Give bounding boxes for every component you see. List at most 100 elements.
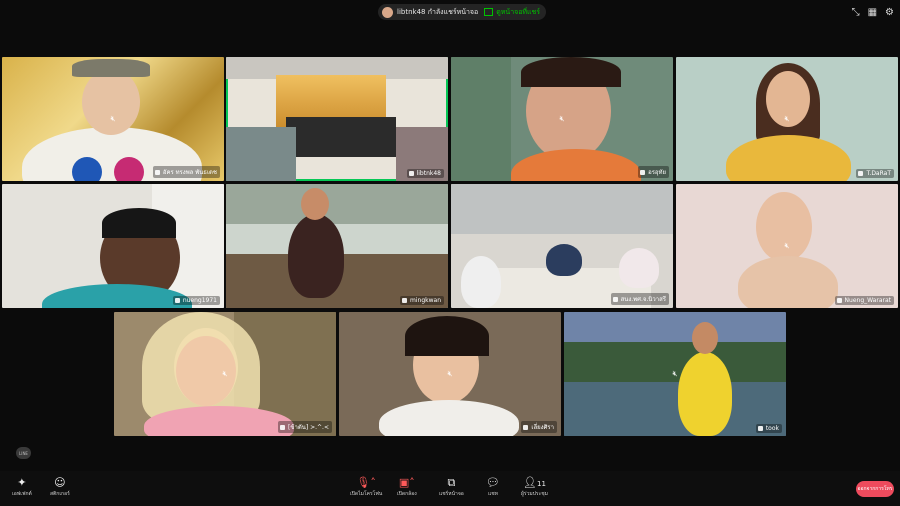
share-screen-button[interactable]: ⧉ แชร์หน้าจอ <box>439 476 464 498</box>
grid-view-icon[interactable]: ▦ <box>868 7 877 18</box>
smiley-icon: ☺ <box>54 476 66 489</box>
video-tile[interactable]: mingkwan <box>226 184 448 308</box>
mic-icon <box>280 424 286 430</box>
lake <box>564 382 786 436</box>
mic-muted-icon: 🔇︎ <box>110 114 116 123</box>
video-tile[interactable]: nueng1971 <box>2 184 224 308</box>
mic-icon <box>640 169 646 175</box>
share-label: แชร์หน้าจอ <box>439 491 464 497</box>
minimize-icon[interactable]: ⤡ <box>852 7 860 18</box>
participant-name: อรอุทัย <box>648 169 666 176</box>
participant-figure <box>461 256 501 308</box>
sharer-text: libtnk48 กำลังแชร์หน้าจอ <box>397 7 479 16</box>
person-icon: 👤︎11 <box>523 476 546 489</box>
share-screen-icon: ⧉ <box>447 476 456 489</box>
end-call-button[interactable]: ออกจากการโทร <box>856 481 894 497</box>
hair <box>521 57 621 87</box>
participant-name: mingkwan <box>410 297 441 304</box>
video-tile[interactable]: 🔇︎ [ข้าตัน] >.^.< <box>114 312 336 436</box>
mic-muted-icon: 🔇︎ <box>784 114 790 123</box>
mic-icon <box>836 298 842 303</box>
top-bar: libtnk48 กำลังแชร์หน้าจอ ดูหน้าจอที่แชร์… <box>0 0 900 26</box>
mic-icon <box>154 169 160 175</box>
participant-name: T.DaRaT <box>866 170 891 177</box>
camera-label: เปิดกล้อง <box>397 491 417 497</box>
participant-figure <box>619 248 659 288</box>
mic-icon <box>523 424 529 430</box>
participant-name: took <box>765 425 779 432</box>
cap-graphic <box>72 59 150 77</box>
participant-name: [ข้าตัน] >.^.< <box>288 424 329 431</box>
mic-muted-icon: 🔇︎ <box>222 369 228 378</box>
participant-name: สนง.พศ.จ.นิวาสรี <box>620 296 666 303</box>
screen-icon <box>484 8 494 16</box>
screen-share-indicator[interactable]: libtnk48 กำลังแชร์หน้าจอ ดูหน้าจอที่แชร์ <box>378 4 547 20</box>
participant-name-tag: เลี่ยงศิรา <box>521 421 557 433</box>
mic-muted-icon: 🔇︎ <box>672 369 678 378</box>
participant-face <box>301 188 329 220</box>
video-tile[interactable]: 🔇︎ เลี่ยงศิรา <box>339 312 561 436</box>
camera-toggle-button[interactable]: ▣˄ เปิดกล้อง <box>397 476 417 498</box>
sparkle-icon: ✦ <box>17 476 27 489</box>
participant-figure <box>678 352 732 436</box>
chat-icon: 💬︎ <box>486 476 500 489</box>
mic-toggle-button[interactable]: 🎙︎˄ เปิดไมโครโฟน <box>350 476 382 498</box>
settings-icon[interactable]: ⚙ <box>885 7 894 18</box>
effects-button[interactable]: ✦ เอฟเฟกต์ <box>12 476 32 498</box>
participant-name-tag: อัคร ทรงพล พันธเดช <box>152 166 220 178</box>
participant-name: nueng1971 <box>182 297 217 304</box>
participant-face <box>756 192 812 262</box>
mic-icon <box>858 171 864 176</box>
view-shared-screen-button[interactable]: ดูหน้าจอที่แชร์ <box>484 7 540 18</box>
effects-label: เอฟเฟกต์ <box>12 491 32 497</box>
mic-icon <box>612 296 618 302</box>
participant-name: เลี่ยงศิรา <box>531 424 554 431</box>
participant-figure <box>511 149 641 181</box>
decor-circle <box>114 157 144 181</box>
participant-name-tag: สนง.พศ.จ.นิวาสรี <box>610 293 669 305</box>
participant-name: Nueng_Wararat <box>844 297 891 304</box>
participant-face <box>82 69 140 135</box>
mic-icon <box>408 171 414 176</box>
participant-face <box>692 322 718 354</box>
line-logo: LINE <box>16 447 31 459</box>
participant-name-tag: T.DaRaT <box>856 169 894 178</box>
office-wall <box>451 184 673 234</box>
mic-muted-icon: 🔇︎ <box>784 241 790 250</box>
participant-name-tag: [ข้าตัน] >.^.< <box>278 421 332 433</box>
stickers-button[interactable]: ☺ สติกเกอร์ <box>50 476 70 498</box>
mic-icon <box>402 298 408 303</box>
participant-figure <box>546 244 582 276</box>
hair <box>102 208 176 238</box>
mic-icon <box>174 298 180 303</box>
video-tile[interactable]: 🔇︎ Nueng_Wararat <box>676 184 898 308</box>
view-shared-screen-label: ดูหน้าจอที่แชร์ <box>496 7 541 16</box>
camera-off-icon: ▣˄ <box>398 476 415 489</box>
video-tile[interactable]: 🔇︎ อรอุทัย <box>451 57 673 181</box>
participants-count: 11 <box>537 480 546 488</box>
meeting-table <box>286 117 396 157</box>
video-tile[interactable]: 🔇︎ อัคร ทรงพล พันธเดช <box>2 57 224 181</box>
video-tile-active-speaker[interactable]: libtnk48 <box>226 57 448 181</box>
chat-button[interactable]: 💬︎ แชท <box>486 476 500 498</box>
video-tile[interactable]: สนง.พศ.จ.นิวาสรี <box>451 184 673 308</box>
participant-name-tag: อรอุทัย <box>638 166 669 178</box>
participant-name-tag: libtnk48 <box>406 169 444 178</box>
mic-muted-icon: 🔇︎ <box>447 369 453 378</box>
mic-muted-icon: 🔇︎ <box>559 114 565 123</box>
participant-figure <box>738 256 838 308</box>
participant-figure <box>288 214 344 298</box>
participants-button[interactable]: 👤︎11 ผู้ร่วมประชุม <box>521 476 548 498</box>
sharer-avatar <box>382 6 393 18</box>
hair <box>405 316 489 356</box>
end-call-label: ออกจากการโทร <box>857 486 893 492</box>
stickers-label: สติกเกอร์ <box>50 491 70 497</box>
participant-figure <box>726 135 851 181</box>
participant-name-tag: mingkwan <box>400 296 444 305</box>
participants-label: ผู้ร่วมประชุม <box>521 491 548 497</box>
mic-label: เปิดไมโครโฟน <box>350 491 383 497</box>
video-tile[interactable]: 🔇︎ T.DaRaT <box>676 57 898 181</box>
bottom-toolbar: ✦ เอฟเฟกต์ ☺ สติกเกอร์ 🎙︎˄ เปิดไมโครโฟน … <box>0 471 900 506</box>
mic-off-icon: 🎙︎˄ <box>356 476 376 489</box>
video-tile[interactable]: 🔇︎ took <box>564 312 786 436</box>
